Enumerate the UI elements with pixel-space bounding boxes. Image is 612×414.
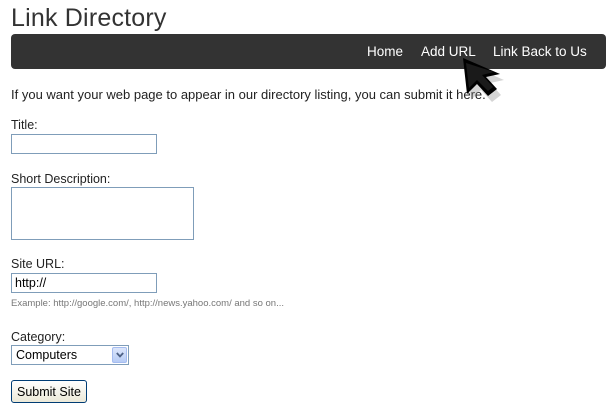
description-label: Short Description: [11,172,111,186]
page-title: Link Directory [11,4,167,32]
site-url-input[interactable] [11,273,157,293]
nav-link-back-link[interactable]: Link Back to Us [493,44,587,59]
nav-home-link[interactable]: Home [367,44,403,59]
title-input[interactable] [11,134,157,154]
intro-text: If you want your web page to appear in o… [11,87,486,102]
site-url-hint: Example: http://google.com/, http://news… [11,298,285,309]
nav-add-url-link[interactable]: Add URL [421,44,476,59]
category-selected-value: Computers [16,348,78,362]
category-select[interactable]: Computers [11,345,129,365]
chevron-down-icon[interactable] [112,347,127,363]
description-textarea[interactable] [11,187,194,240]
category-label: Category: [11,330,66,344]
site-url-label: Site URL: [11,257,65,271]
navigation-bar: Home Add URL Link Back to Us [11,34,606,69]
title-label: Title: [11,118,38,132]
submit-site-button[interactable]: Submit Site [11,380,87,403]
